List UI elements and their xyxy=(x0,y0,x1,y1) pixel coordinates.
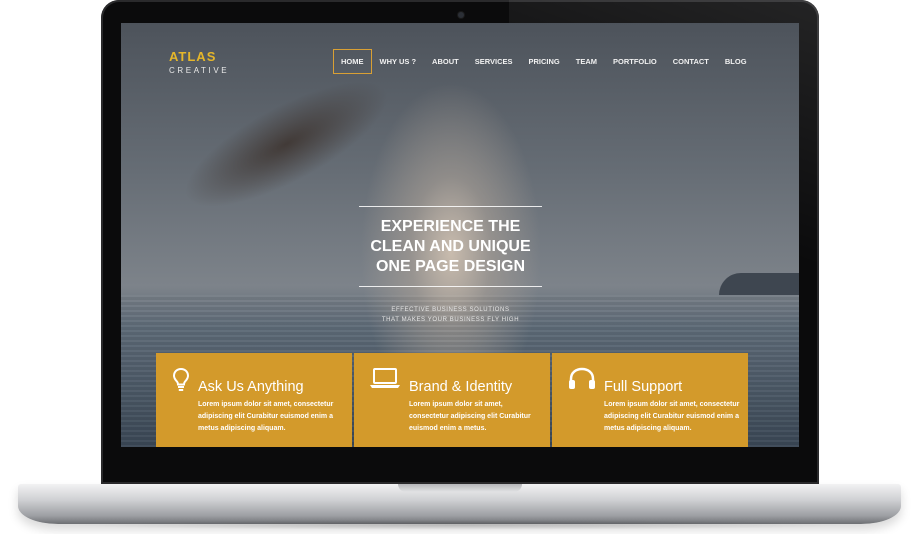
nav-item-blog[interactable]: BLOG xyxy=(717,49,755,74)
feature-description-line: euismod enim a metus. xyxy=(409,425,487,432)
feature-description-line: Lorem ipsum dolor sit amet, consectetur xyxy=(604,401,740,408)
main-nav: HOME WHY US ? ABOUT SERVICES PRICING TEA… xyxy=(333,49,755,74)
hero-subtitle: EFFECTIVE BUSINESS SOLUTIONS THAT MAKES … xyxy=(341,305,560,325)
laptop-notch xyxy=(398,484,522,492)
nav-item-about[interactable]: ABOUT xyxy=(424,49,467,74)
logo-subtitle: CREATIVE xyxy=(169,66,230,75)
feature-title: Ask Us Anything xyxy=(198,379,304,395)
feature-description: Lorem ipsum dolor sit amet, consectetur … xyxy=(198,399,333,435)
feature-description-line: Lorem ipsum dolor sit amet, xyxy=(409,401,503,408)
hero-subtitle-line: THAT MAKES YOUR BUSINESS FLY HIGH xyxy=(381,317,520,323)
nav-item-pricing[interactable]: PRICING xyxy=(521,49,568,74)
hero-top-divider xyxy=(359,206,542,207)
feature-ask-us-anything[interactable]: Ask Us Anything Lorem ipsum dolor sit am… xyxy=(156,353,352,447)
webcam xyxy=(458,12,464,18)
feature-description-line: adipiscing elit Curabitur euismod enim a xyxy=(198,413,333,420)
feature-title: Full Support xyxy=(604,379,683,395)
hero-bottom-divider xyxy=(359,286,542,287)
nav-item-home[interactable]: HOME xyxy=(333,49,372,74)
feature-description: Lorem ipsum dolor sit amet, consectetur … xyxy=(604,399,739,435)
logo-title: ATLAS xyxy=(169,49,217,64)
feature-description-line: metus adipiscing aliquam. xyxy=(198,425,286,432)
nav-item-services[interactable]: SERVICES xyxy=(467,49,521,74)
feature-title: Brand & Identity xyxy=(409,379,513,395)
feature-description-line: adipiscing elit Curabitur euismod enim a xyxy=(604,413,739,420)
hero-title: EXPERIENCE THE CLEAN AND UNIQUE ONE PAGE… xyxy=(341,217,560,277)
hero-title-line: CLEAN AND UNIQUE xyxy=(370,238,531,255)
feature-description-line: Lorem ipsum dolor sit amet, consectetur xyxy=(198,401,334,408)
laptop-icon xyxy=(370,367,400,394)
hero-title-line: EXPERIENCE THE xyxy=(380,218,521,235)
nav-item-portfolio[interactable]: PORTFOLIO xyxy=(605,49,665,74)
feature-full-support[interactable]: Full Support Lorem ipsum dolor sit amet,… xyxy=(552,353,748,447)
website-screen: ATLAS CREATIVE HOME WHY US ? ABOUT SERVI… xyxy=(121,23,799,447)
feature-brand-identity[interactable]: Brand & Identity Lorem ipsum dolor sit a… xyxy=(354,353,550,447)
hero-title-line: ONE PAGE DESIGN xyxy=(375,258,526,275)
feature-description-line: metus adipiscing aliquam. xyxy=(604,425,692,432)
laptop-shadow xyxy=(60,520,860,530)
feature-description: Lorem ipsum dolor sit amet, consectetur … xyxy=(409,399,531,435)
feature-description-line: consectetur adipiscing elit Curabitur xyxy=(409,413,531,420)
distant-mountain xyxy=(719,273,799,295)
nav-item-team[interactable]: TEAM xyxy=(568,49,605,74)
logo[interactable]: ATLAS CREATIVE xyxy=(169,49,229,75)
headphones-icon xyxy=(568,367,596,396)
nav-item-contact[interactable]: CONTACT xyxy=(665,49,717,74)
hero-subtitle-line: EFFECTIVE BUSINESS SOLUTIONS xyxy=(391,307,510,313)
nav-item-why-us[interactable]: WHY US ? xyxy=(372,49,425,74)
lightbulb-icon xyxy=(172,367,190,398)
